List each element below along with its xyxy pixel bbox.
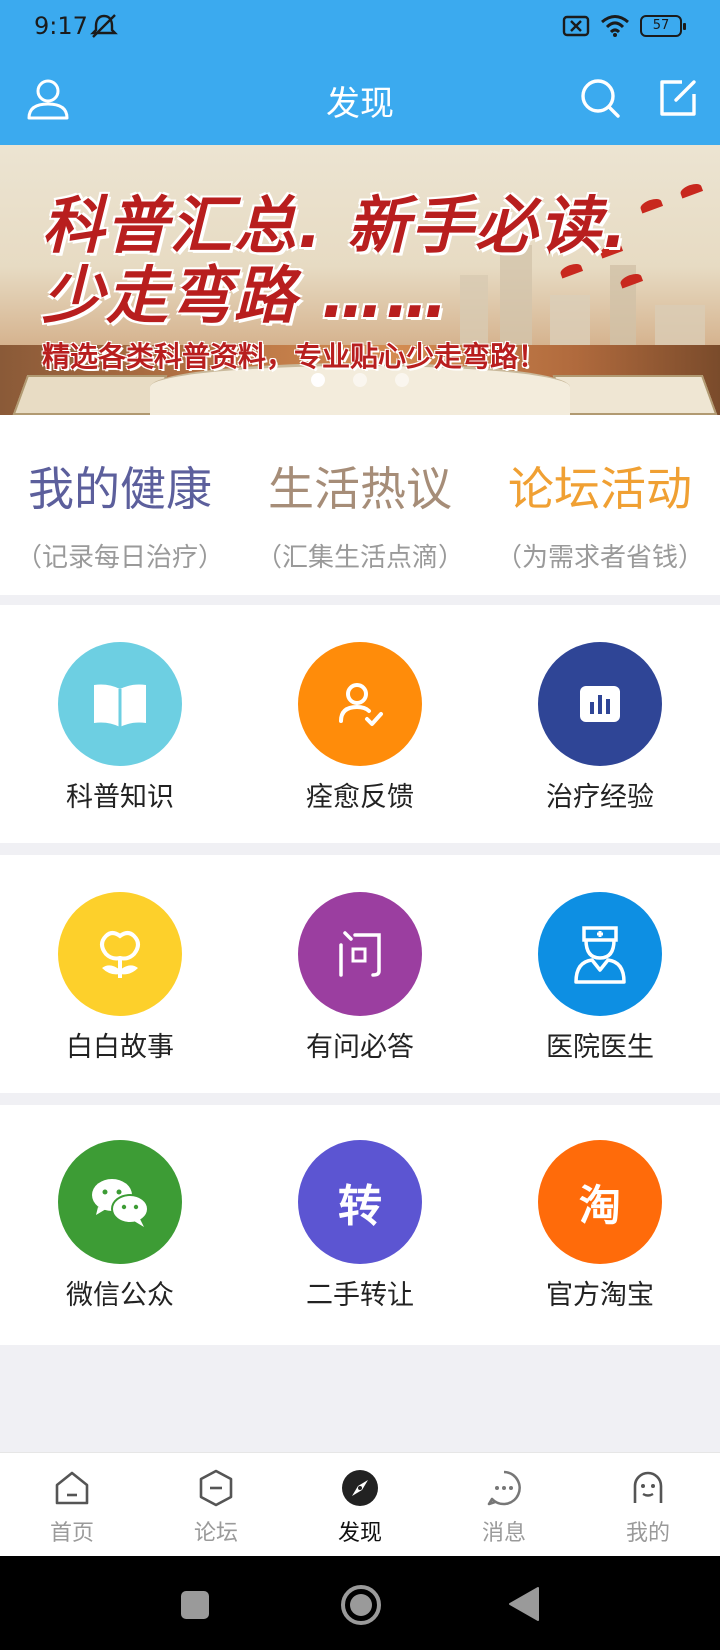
- feature-science-knowledge[interactable]: 科普知识: [0, 605, 240, 843]
- category-life-talk[interactable]: 生活热议 （汇集生活点滴）: [240, 453, 480, 574]
- category-title: 论坛活动: [508, 462, 692, 516]
- feature-grid-row: 白白故事 有问必答 医院医生: [0, 855, 720, 1093]
- nav-home[interactable]: 首页: [0, 1453, 144, 1557]
- feature-label: 医院医生: [546, 1032, 654, 1063]
- nav-discover[interactable]: 发现: [288, 1453, 432, 1557]
- back-icon[interactable]: [508, 1586, 540, 1622]
- edit-icon[interactable]: [654, 74, 702, 122]
- feature-wechat-official[interactable]: 微信公众: [0, 1105, 240, 1345]
- home-button-icon[interactable]: [340, 1584, 382, 1626]
- bird-decoration: [678, 181, 704, 199]
- app-header: 发现: [0, 54, 720, 145]
- category-title: 我的健康: [28, 462, 212, 516]
- recent-apps-icon[interactable]: [180, 1590, 210, 1620]
- flower-icon: [58, 892, 182, 1016]
- feature-label: 科普知识: [66, 782, 174, 813]
- feature-label: 白白故事: [66, 1032, 174, 1063]
- category-my-health[interactable]: 我的健康 （记录每日治疗）: [0, 453, 240, 574]
- status-bar: 9:17 57: [0, 0, 720, 54]
- system-nav-bar: [0, 1556, 720, 1650]
- feature-stories[interactable]: 白白故事: [0, 855, 240, 1093]
- bottom-nav: 首页 论坛 发现 消息 我的: [0, 1452, 720, 1556]
- nav-label: 我的: [625, 1521, 670, 1546]
- message-icon: [487, 1470, 521, 1506]
- status-time: 9:17: [34, 12, 88, 40]
- carousel-dot[interactable]: [395, 373, 409, 387]
- feature-treatment-experience[interactable]: 治疗经验: [480, 605, 720, 843]
- feature-label: 有问必答: [306, 1032, 414, 1063]
- nav-messages[interactable]: 消息: [432, 1453, 576, 1557]
- nav-label: 首页: [49, 1521, 94, 1546]
- nav-label: 消息: [481, 1521, 526, 1546]
- wifi-icon: [601, 15, 629, 37]
- feature-label: 微信公众: [66, 1280, 174, 1311]
- category-subtitle: （为需求者省钱）: [495, 543, 704, 573]
- search-icon[interactable]: [576, 74, 624, 122]
- carousel-indicator: [0, 373, 720, 387]
- battery-indicator: 57: [640, 15, 686, 37]
- sim-off-icon: [562, 15, 590, 37]
- home-icon: [55, 1471, 89, 1505]
- feature-grid-row: 微信公众 转 二手转让 淘 官方淘宝: [0, 1105, 720, 1345]
- category-forum-events[interactable]: 论坛活动 （为需求者省钱）: [480, 453, 720, 574]
- banner-headline-2: 少走弯路 ……: [42, 259, 450, 332]
- user-check-icon: [298, 642, 422, 766]
- bird-decoration: [638, 196, 664, 214]
- feature-label: 二手转让: [306, 1280, 414, 1311]
- mute-icon: [90, 14, 118, 38]
- feature-label: 治疗经验: [546, 782, 654, 813]
- feature-grid-row: 科普知识 痊愈反馈 治疗经验: [0, 605, 720, 843]
- feature-label: 官方淘宝: [546, 1280, 654, 1311]
- chart-icon: [538, 642, 662, 766]
- taobao-icon: 淘: [538, 1140, 662, 1264]
- book-icon: [58, 642, 182, 766]
- feature-qa[interactable]: 有问必答: [240, 855, 480, 1093]
- doctor-icon: [538, 892, 662, 1016]
- category-title: 生活热议: [268, 462, 452, 516]
- profile-icon: [633, 1471, 663, 1503]
- wechat-icon: [58, 1140, 182, 1264]
- nav-profile[interactable]: 我的: [576, 1453, 720, 1557]
- feature-second-hand[interactable]: 转 二手转让: [240, 1105, 480, 1345]
- banner-subtitle: 精选各类科普资料，专业贴心少走弯路！: [42, 340, 547, 373]
- feature-hospital-doctor[interactable]: 医院医生: [480, 855, 720, 1093]
- nav-label: 论坛: [193, 1521, 238, 1546]
- nav-forum[interactable]: 论坛: [144, 1453, 288, 1557]
- category-subtitle: （汇集生活点滴）: [255, 543, 464, 573]
- transfer-icon: 转: [298, 1140, 422, 1264]
- feature-official-taobao[interactable]: 淘 官方淘宝: [480, 1105, 720, 1345]
- banner-carousel[interactable]: 科普汇总. 新手必读. 少走弯路 …… 精选各类科普资料，专业贴心少走弯路！: [0, 145, 720, 415]
- category-subtitle: （记录每日治疗）: [15, 543, 224, 573]
- forum-icon: [199, 1469, 233, 1507]
- carousel-dot[interactable]: [311, 373, 325, 387]
- feature-label: 痊愈反馈: [306, 782, 414, 813]
- category-row: 我的健康 （记录每日治疗） 生活热议 （汇集生活点滴） 论坛活动 （为需求者省钱…: [0, 415, 720, 595]
- carousel-dot[interactable]: [353, 373, 367, 387]
- feature-recovery-feedback[interactable]: 痊愈反馈: [240, 605, 480, 843]
- compass-icon: [342, 1470, 378, 1506]
- nav-label: 发现: [337, 1521, 382, 1546]
- question-icon: [298, 892, 422, 1016]
